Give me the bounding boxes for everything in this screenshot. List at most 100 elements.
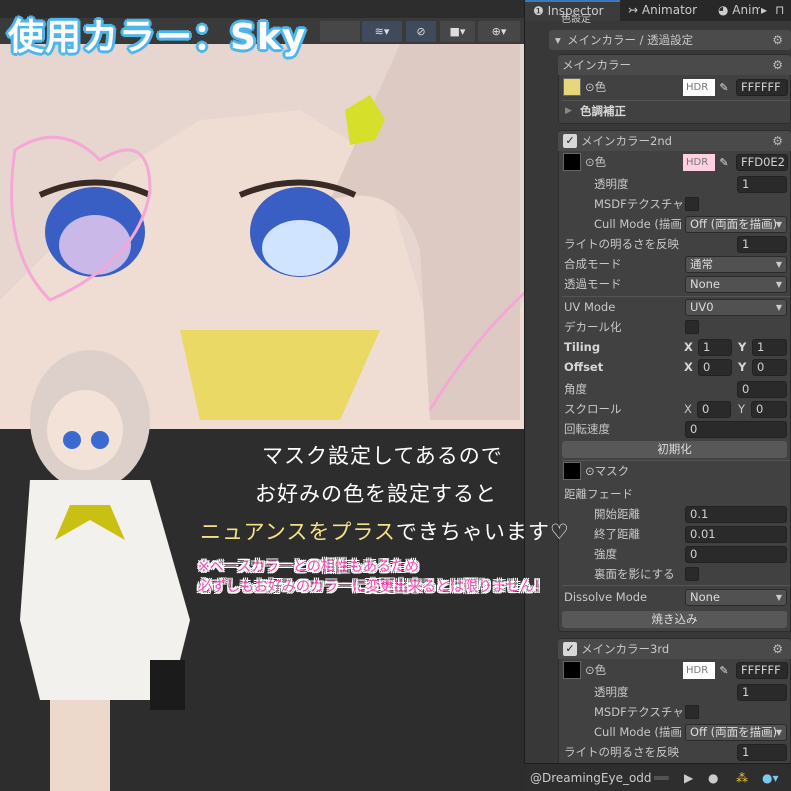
- cull-label: Cull Mode (描画: [594, 725, 682, 739]
- angle-field[interactable]: 0: [737, 381, 787, 398]
- skybox-dropdown-icon[interactable]: ●▾: [762, 768, 779, 788]
- tab-label: Anim: [732, 3, 760, 17]
- clock-icon: ◕: [718, 3, 733, 17]
- x-label: X: [684, 402, 692, 416]
- drag-handle[interactable]: ══: [654, 768, 668, 788]
- y-label: Y: [738, 340, 747, 354]
- cull-dropdown[interactable]: Off (両面を描画) ▼: [685, 216, 787, 233]
- decal-checkbox[interactable]: [685, 320, 699, 334]
- dissolve-dropdown[interactable]: None ▼: [685, 589, 787, 606]
- foldout-arrow-icon[interactable]: ▶: [565, 101, 572, 121]
- enable-checkbox[interactable]: ✓: [563, 642, 577, 656]
- particles-icon[interactable]: ⁂: [736, 768, 748, 788]
- rotation-field[interactable]: 0: [685, 421, 787, 438]
- fade-label: 距離フェード: [564, 487, 633, 501]
- fade-end-field[interactable]: 0.01: [685, 526, 787, 543]
- caption-text: を設定すると: [365, 482, 497, 506]
- section-title: メインカラー2nd: [581, 134, 672, 148]
- username-label: @DreamingEye_odd: [530, 771, 652, 785]
- bottom-toolbar: @DreamingEye_odd ══ ▶ ● ⁂ ●▾: [524, 763, 791, 791]
- offset-x-field[interactable]: 0: [698, 359, 732, 376]
- hex-field[interactable]: FFD0E2: [736, 154, 788, 171]
- eyedropper-icon[interactable]: ✎: [713, 79, 735, 96]
- mask-thumbnail[interactable]: [563, 462, 581, 480]
- msdf-checkbox[interactable]: [685, 705, 699, 719]
- gizmo-button[interactable]: [320, 21, 360, 42]
- uv-label: UV Mode: [564, 300, 616, 314]
- light-label: ライトの明るさを反映: [564, 237, 679, 251]
- dropdown-value: None: [690, 590, 721, 604]
- light-label: ライトの明るさを反映: [564, 745, 679, 759]
- tab-animation[interactable]: ◕ Anim: [718, 0, 760, 21]
- color-swatch[interactable]: HDR: [683, 79, 715, 96]
- main-color-title: メインカラー: [562, 58, 631, 72]
- msdf-label: MSDFテクスチャ: [594, 197, 684, 211]
- texture-thumbnail[interactable]: [563, 661, 581, 679]
- chevron-down-icon: ▼: [775, 593, 782, 602]
- fade-start-field[interactable]: 0.1: [685, 506, 787, 523]
- note-line1: ※ベースカラーとの相性もあるため: [198, 559, 419, 575]
- caption-yellow: ニュアンスをプラス: [200, 520, 396, 544]
- fade-end-label: 終了距離: [594, 527, 640, 541]
- light-field[interactable]: 1: [737, 236, 787, 253]
- gear-icon[interactable]: ⚙: [772, 134, 783, 148]
- tone-correction-foldout[interactable]: 色調補正: [580, 101, 626, 121]
- sphere-icon[interactable]: ●: [708, 768, 718, 788]
- mask-label: ⊙マスク: [585, 464, 630, 478]
- dropdown-value: Off (両面を描画): [690, 217, 778, 231]
- gear-icon[interactable]: ⚙: [772, 58, 783, 72]
- bake-button[interactable]: 焼き込み: [562, 611, 787, 628]
- hex-field[interactable]: FFFFFF: [736, 662, 788, 679]
- color-label: ⊙色: [585, 155, 607, 169]
- angle-label: 角度: [564, 382, 587, 396]
- section-header[interactable]: ▾ メインカラー / 透過設定 ⚙: [549, 30, 791, 50]
- animator-icon: ↣: [628, 3, 642, 17]
- alpha-dropdown[interactable]: None ▼: [685, 276, 787, 293]
- strength-field[interactable]: 0: [685, 546, 787, 563]
- hex-field[interactable]: FFFFFF: [736, 79, 788, 96]
- scene-view[interactable]: [0, 0, 524, 791]
- layers-button[interactable]: ≋▾: [362, 21, 402, 42]
- enable-checkbox[interactable]: ✓: [563, 134, 577, 148]
- msdf-checkbox[interactable]: [685, 197, 699, 211]
- tiling-y-field[interactable]: 1: [752, 339, 787, 356]
- blend-dropdown[interactable]: 通常 ▼: [685, 256, 787, 273]
- color-swatch[interactable]: HDR: [683, 154, 715, 171]
- cull-dropdown[interactable]: Off (両面を描画) ▼: [685, 724, 787, 741]
- y-label: Y: [738, 402, 746, 416]
- scroll-x-field[interactable]: 0: [697, 401, 731, 418]
- dropdown-value: Off (両面を描画): [690, 725, 778, 739]
- decal-label: デカール化: [564, 320, 622, 334]
- gear-icon[interactable]: ⚙: [772, 33, 783, 47]
- strength-label: 強度: [594, 547, 617, 561]
- visibility-toggle-icon[interactable]: ⊘: [406, 21, 436, 42]
- scroll-y-field[interactable]: 0: [751, 401, 787, 418]
- gear-icon[interactable]: ⚙: [772, 642, 783, 656]
- opacity-field[interactable]: 1: [737, 684, 787, 701]
- offset-y-field[interactable]: 0: [752, 359, 787, 376]
- eyedropper-icon[interactable]: ✎: [713, 662, 735, 679]
- tiling-x-field[interactable]: 1: [698, 339, 732, 356]
- more-tabs-icon[interactable]: ▸: [761, 0, 767, 21]
- light-field[interactable]: 1: [737, 744, 787, 761]
- offset-label: Offset: [564, 360, 604, 374]
- x-label: X: [684, 360, 693, 374]
- texture-thumbnail[interactable]: [563, 78, 581, 96]
- opacity-field[interactable]: 1: [737, 176, 787, 193]
- gizmos-button[interactable]: ⊕▾: [478, 21, 520, 42]
- play-icon[interactable]: ▶: [684, 768, 693, 788]
- lock-icon[interactable]: ⊓: [775, 0, 784, 21]
- backface-checkbox[interactable]: [685, 567, 699, 581]
- chevron-down-icon: ▼: [775, 280, 782, 289]
- chevron-down-icon: ▼: [775, 303, 782, 312]
- texture-thumbnail[interactable]: [563, 153, 581, 171]
- camera-button[interactable]: ■▾: [440, 21, 475, 42]
- eyedropper-icon[interactable]: ✎: [713, 154, 735, 171]
- y-label: Y: [738, 360, 747, 374]
- tab-animator[interactable]: ↣ Animator: [628, 0, 697, 21]
- color-swatch[interactable]: HDR: [683, 662, 715, 679]
- main-color-header: メインカラー ⚙: [558, 55, 791, 75]
- uv-dropdown[interactable]: UV0 ▼: [685, 299, 787, 316]
- chevron-down-icon: ▼: [775, 220, 782, 229]
- reset-button[interactable]: 初期化: [562, 441, 787, 458]
